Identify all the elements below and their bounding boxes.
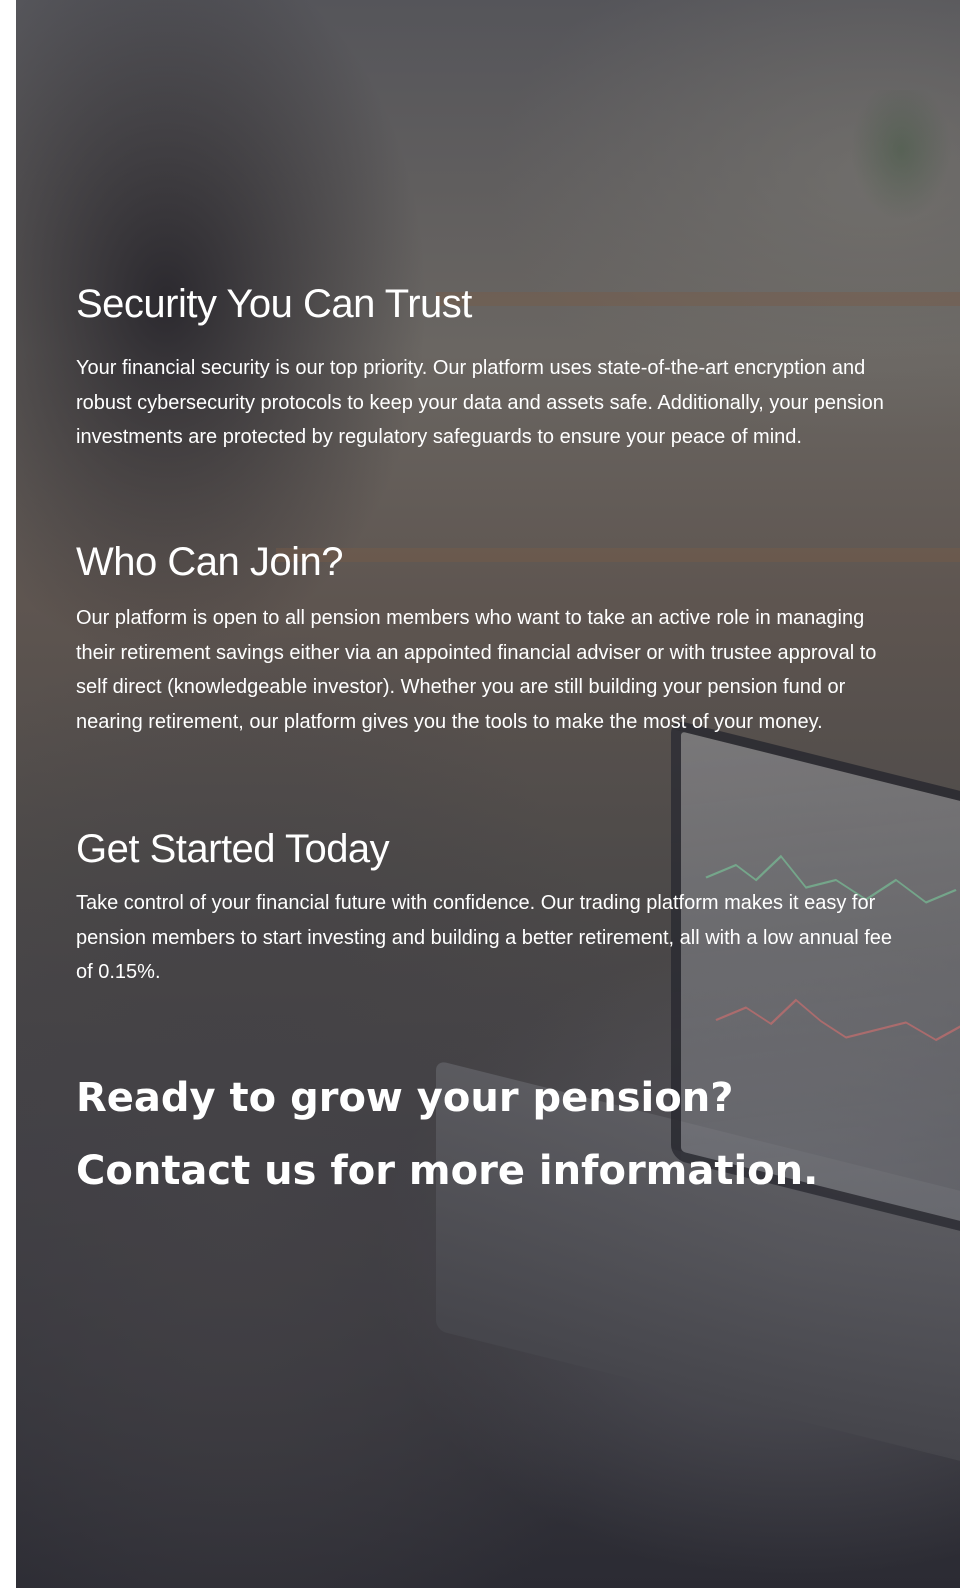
get-started-body-text: Take control of your financial future wi… bbox=[76, 892, 893, 983]
hero-background bbox=[16, 0, 960, 1588]
who-can-join-body-text: Our platform is open to all pension memb… bbox=[76, 607, 877, 733]
security-heading: Security You Can Trust bbox=[76, 282, 472, 326]
cta-contact-line[interactable]: Contact us for more information. bbox=[76, 1148, 818, 1194]
cta-headline: Ready to grow your pension? bbox=[76, 1075, 734, 1121]
background-plant bbox=[846, 90, 956, 270]
who-can-join-heading: Who Can Join? bbox=[76, 540, 343, 584]
get-started-heading: Get Started Today bbox=[76, 827, 390, 871]
background-shelf bbox=[436, 292, 960, 306]
background-shelf bbox=[276, 548, 960, 562]
security-body-text: Your financial security is our top prior… bbox=[76, 357, 884, 448]
